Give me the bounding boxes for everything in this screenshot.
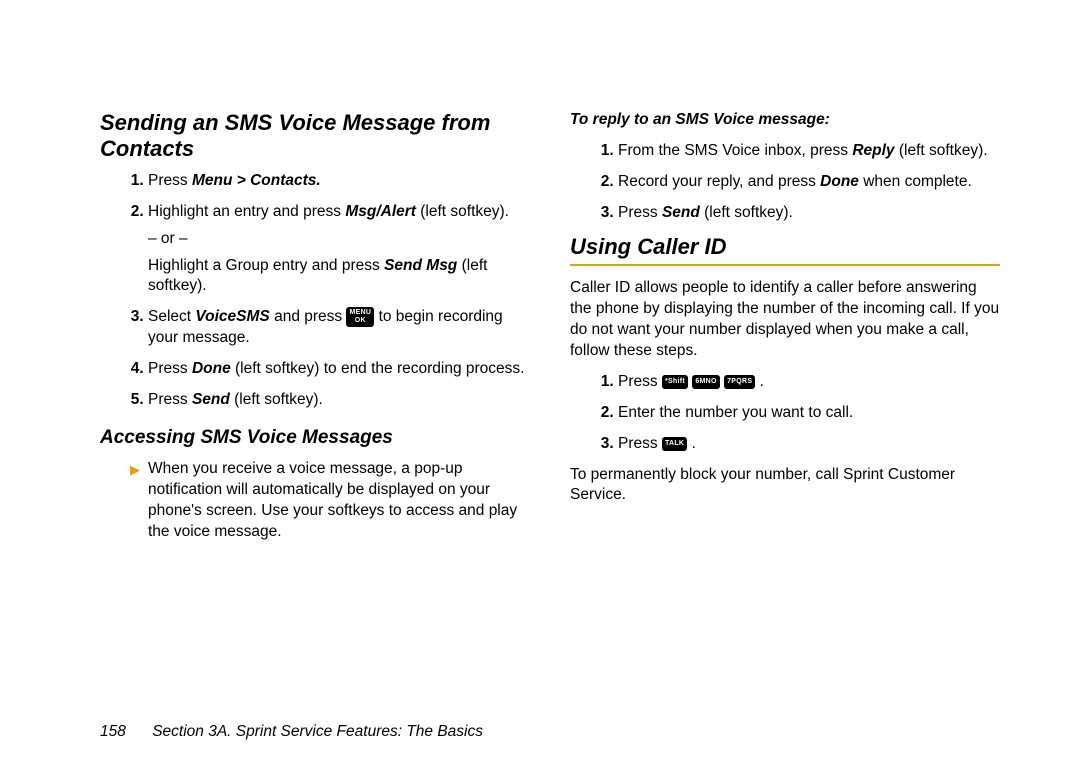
heading-accessing-sms-voice: Accessing SMS Voice Messages: [100, 425, 530, 451]
left-column: Sending an SMS Voice Message from Contac…: [100, 110, 530, 683]
c1-text-a: Press: [618, 373, 662, 390]
access-bullet-block: ▶ When you receive a voice message, a po…: [100, 459, 530, 543]
step2-or: – or –: [148, 229, 530, 250]
r3-send: Send: [662, 204, 700, 221]
r2-text-a: Record your reply, and press: [618, 173, 820, 190]
step1-menu-contacts: Menu > Contacts.: [192, 172, 321, 189]
cid-step-2: Enter the number you want to call.: [618, 403, 1000, 424]
heading-sending-sms-voice: Sending an SMS Voice Message from Contac…: [100, 110, 530, 163]
caller-id-outro: To permanently block your number, call S…: [570, 465, 1000, 507]
r2-text-c: when complete.: [859, 173, 972, 190]
access-bullet-text: When you receive a voice message, a pop-…: [148, 459, 530, 543]
section-title: Section 3A. Sprint Service Features: The…: [152, 723, 483, 740]
reply-steps-list: From the SMS Voice inbox, press Reply (l…: [570, 141, 1000, 224]
reply-step-1: From the SMS Voice inbox, press Reply (l…: [618, 141, 1000, 162]
step-4: Press Done (left softkey) to end the rec…: [148, 359, 530, 380]
triangle-bullet-icon: ▶: [130, 461, 140, 543]
page-footer: 158 Section 3A. Sprint Service Features:…: [100, 683, 1000, 741]
star-shift-key-icon: *Shift: [662, 375, 688, 389]
step-1: Press Menu > Contacts.: [148, 171, 530, 192]
r3-text-a: Press: [618, 204, 662, 221]
step-3: Select VoiceSMS and press MENU OK to beg…: [148, 307, 530, 349]
two-column-layout: Sending an SMS Voice Message from Contac…: [100, 110, 1000, 683]
r2-done: Done: [820, 173, 859, 190]
c1-text-b: .: [755, 373, 764, 390]
r1-text-c: (left softkey).: [895, 142, 988, 159]
step3-text-a: Select: [148, 308, 195, 325]
r1-reply: Reply: [852, 142, 894, 159]
step5-text-a: Press: [148, 391, 192, 408]
page-number: 158: [100, 723, 126, 740]
step4-text-a: Press: [148, 360, 192, 377]
six-mno-key-icon: 6MNO: [692, 375, 719, 389]
caller-id-steps-list: Press *Shift 6MNO 7PQRS . Enter the numb…: [570, 372, 1000, 455]
step2-msg-alert: Msg/Alert: [345, 203, 416, 220]
right-column: To reply to an SMS Voice message: From t…: [570, 110, 1000, 683]
step5-send: Send: [192, 391, 230, 408]
seven-pqrs-key-icon: 7PQRS: [724, 375, 755, 389]
heading-to-reply: To reply to an SMS Voice message:: [570, 110, 1000, 131]
caller-id-intro: Caller ID allows people to identify a ca…: [570, 278, 1000, 362]
document-page: Sending an SMS Voice Message from Contac…: [0, 0, 1080, 771]
reply-step-2: Record your reply, and press Done when c…: [618, 172, 1000, 193]
sending-steps-list: Press Menu > Contacts. Highlight an entr…: [100, 171, 530, 411]
step2-alt: Highlight a Group entry and press Send M…: [148, 256, 530, 298]
step2-text-d: Highlight a Group entry and press: [148, 257, 384, 274]
r1-text-a: From the SMS Voice inbox, press: [618, 142, 852, 159]
step3-text-c: and press: [270, 308, 347, 325]
step4-text-c: (left softkey) to end the recording proc…: [231, 360, 525, 377]
step4-done: Done: [192, 360, 231, 377]
c3-text-b: .: [687, 435, 696, 452]
r3-text-c: (left softkey).: [700, 204, 793, 221]
menu-ok-key-icon: MENU OK: [346, 307, 374, 327]
step-5: Press Send (left softkey).: [148, 390, 530, 411]
step1-text: Press: [148, 172, 192, 189]
step2-text-a: Highlight an entry and press: [148, 203, 345, 220]
step2-text-c: (left softkey).: [416, 203, 509, 220]
c3-text-a: Press: [618, 435, 662, 452]
step3-voicesms: VoiceSMS: [195, 308, 269, 325]
step-2: Highlight an entry and press Msg/Alert (…: [148, 202, 530, 298]
cid-step-3: Press TALK .: [618, 434, 1000, 455]
step2-send-msg: Send Msg: [384, 257, 457, 274]
step5-text-c: (left softkey).: [230, 391, 323, 408]
talk-key-icon: TALK: [662, 437, 687, 451]
cid-step-1: Press *Shift 6MNO 7PQRS .: [618, 372, 1000, 393]
heading-using-caller-id: Using Caller ID: [570, 234, 1000, 266]
reply-step-3: Press Send (left softkey).: [618, 203, 1000, 224]
